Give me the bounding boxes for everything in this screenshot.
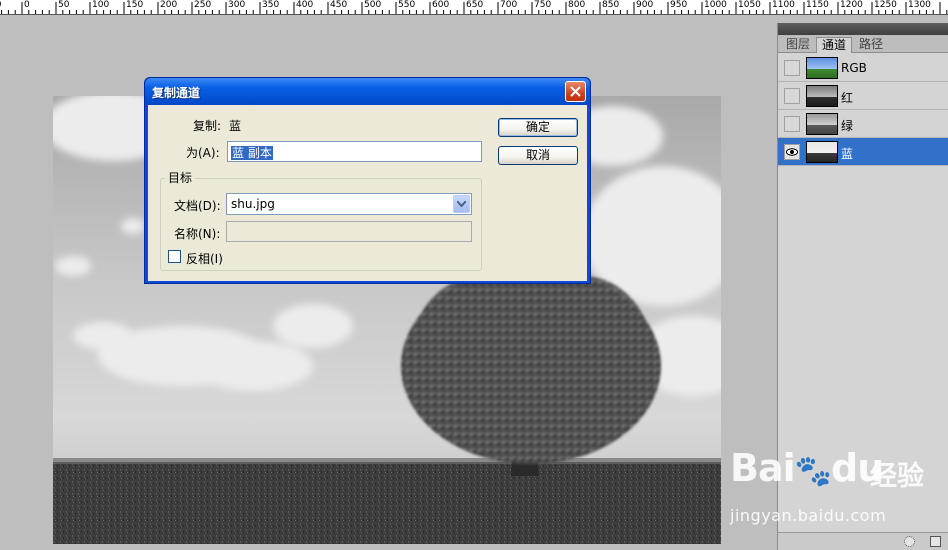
tab-channels[interactable]: 通道 (816, 37, 853, 53)
channel-row-red[interactable]: 红 (778, 82, 948, 110)
channel-name: 红 (841, 91, 854, 105)
channel-name: 绿 (841, 119, 854, 133)
source-value: 蓝 (229, 119, 242, 133)
ruler-label: 250 (194, 0, 212, 10)
document-select[interactable]: shu.jpg (226, 193, 472, 215)
destination-group-label: 目标 (165, 169, 196, 186)
panel-tabs: 图层 通道 路径 (778, 35, 948, 53)
visibility-toggle[interactable] (784, 144, 800, 160)
ruler-label: 550 (398, 0, 416, 10)
ruler-label: 800 (568, 0, 586, 10)
dialog-title: 复制通道 (152, 86, 201, 100)
ruler-label: 500 (364, 0, 382, 10)
channel-thumbnail (806, 57, 838, 79)
duplicate-channel-dialog: 复制通道 复制: 蓝 为(A): 蓝 副本 确定 取消 目标 文档(D): sh… (144, 77, 591, 284)
document-label: 文档(D): (174, 199, 221, 213)
channel-row-green[interactable]: 绿 (778, 110, 948, 138)
ruler-label: 150 (126, 0, 144, 10)
cancel-button[interactable]: 取消 (498, 146, 578, 165)
document-select-value: shu.jpg (231, 197, 275, 211)
ruler-label: 700 (500, 0, 518, 10)
channel-name: RGB (841, 61, 867, 75)
visibility-toggle[interactable] (784, 60, 800, 76)
watermark-url: jingyan.baidu.com (730, 506, 887, 525)
ruler-label: 400 (296, 0, 314, 10)
close-icon (570, 86, 581, 97)
ruler-label: 1000 (704, 0, 727, 10)
channel-row-rgb[interactable]: RGB (778, 54, 948, 82)
tab-paths[interactable]: 路径 (854, 37, 888, 53)
eye-icon (786, 148, 798, 156)
ruler-label: 50 (0, 0, 1, 10)
ruler-label: 1150 (806, 0, 829, 10)
channel-thumbnail (806, 85, 838, 107)
ruler-label: 1100 (772, 0, 795, 10)
source-label: 复制: (193, 119, 222, 133)
chevron-down-icon[interactable] (453, 195, 470, 213)
baidu-watermark: Bai🐾du 经验 jingyan.baidu.com (730, 446, 925, 536)
visibility-toggle[interactable] (784, 116, 800, 132)
ruler-label: 1050 (738, 0, 761, 10)
invert-label: 反相(I) (186, 252, 223, 266)
ruler-label: 300 (228, 0, 246, 10)
ruler-label: 1300 (908, 0, 931, 10)
visibility-toggle[interactable] (784, 88, 800, 104)
ruler-label: 0 (24, 0, 30, 10)
ruler-label: 900 (636, 0, 654, 10)
watermark-logo: Bai🐾du (730, 446, 884, 490)
ruler-label: 1250 (874, 0, 897, 10)
ruler-label: 50 (58, 0, 70, 10)
as-label: 为(A): (186, 146, 220, 160)
horizontal-ruler: 5005010015020025030035040045050055060065… (0, 0, 948, 15)
channel-thumbnail (806, 141, 838, 163)
ruler-label: 350 (262, 0, 280, 10)
ruler-label: 600 (432, 0, 450, 10)
ruler-label: 850 (602, 0, 620, 10)
ruler-label: 100 (92, 0, 110, 10)
dialog-titlebar[interactable]: 复制通道 (145, 78, 590, 105)
ruler-label: 650 (466, 0, 484, 10)
ruler-label: 1200 (840, 0, 863, 10)
panel-header[interactable] (778, 23, 948, 35)
ruler-label: 750 (534, 0, 552, 10)
ruler-label: 950 (670, 0, 688, 10)
ruler-label: 450 (330, 0, 348, 10)
channel-row-blue[interactable]: 蓝 (778, 138, 948, 166)
close-button[interactable] (565, 81, 586, 102)
channel-thumbnail (806, 113, 838, 135)
ok-button[interactable]: 确定 (498, 118, 578, 137)
as-input-value: 蓝 副本 (231, 146, 273, 160)
ruler-label: 200 (160, 0, 178, 10)
name-label: 名称(N): (174, 227, 221, 241)
as-input[interactable]: 蓝 副本 (227, 141, 482, 162)
dialog-body: 复制: 蓝 为(A): 蓝 副本 确定 取消 目标 文档(D): shu.jpg… (148, 105, 587, 281)
save-selection-icon[interactable] (930, 536, 941, 547)
load-selection-icon[interactable] (904, 536, 915, 547)
name-input[interactable] (226, 221, 472, 242)
watermark-suffix: 经验 (870, 461, 924, 492)
channel-name: 蓝 (841, 147, 854, 161)
invert-checkbox[interactable] (168, 250, 181, 263)
tab-layers[interactable]: 图层 (781, 37, 815, 53)
